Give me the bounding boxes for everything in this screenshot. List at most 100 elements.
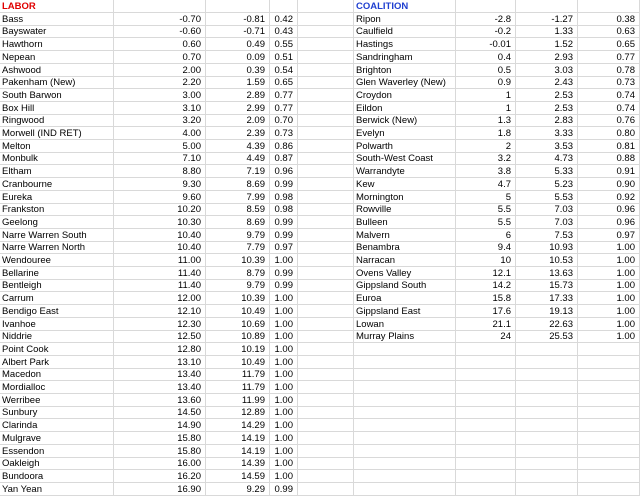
coalition-probability-value[interactable]: 1.00 (578, 266, 640, 280)
coalition-margin-value[interactable]: 1.8 (456, 127, 516, 140)
coalition-adjusted-value[interactable]: 7.03 (516, 215, 578, 229)
coalition-probability-value[interactable]: 0.96 (578, 203, 640, 217)
empty-cell[interactable] (298, 368, 354, 382)
coalition-adjusted-value[interactable]: 2.53 (516, 88, 578, 102)
empty-cell[interactable] (298, 127, 354, 140)
coalition-margin-value[interactable]: 15.8 (456, 292, 516, 306)
coalition-margin-value[interactable]: 12.1 (456, 266, 516, 280)
labor-margin-value[interactable]: 3.20 (114, 114, 206, 128)
coalition-adjusted-value[interactable]: 5.33 (516, 165, 578, 179)
coalition-probability-value[interactable]: 0.77 (578, 50, 640, 64)
coalition-margin-value[interactable]: 5 (456, 190, 516, 204)
coalition-seat-name[interactable]: Ovens Valley (354, 266, 456, 280)
labor-margin-value[interactable]: 12.10 (114, 304, 206, 318)
coalition-probability-value[interactable]: 0.81 (578, 139, 640, 153)
labor-header[interactable]: LABOR (0, 0, 114, 13)
empty-cell[interactable] (354, 368, 456, 382)
labor-adjusted-value[interactable]: 9.79 (206, 279, 270, 293)
labor-probability-value[interactable]: 1.00 (270, 304, 298, 318)
labor-adjusted-value[interactable]: 4.49 (206, 152, 270, 166)
labor-seat-name[interactable]: Oakleigh (0, 457, 114, 471)
coalition-margin-value[interactable]: -2.8 (456, 12, 516, 26)
coalition-probability-value[interactable]: 0.97 (578, 228, 640, 242)
empty-cell[interactable] (298, 330, 354, 344)
empty-cell[interactable] (354, 393, 456, 407)
labor-adjusted-value[interactable]: 7.79 (206, 241, 270, 255)
empty-cell[interactable] (516, 381, 578, 394)
labor-seat-name[interactable]: Point Cook (0, 342, 114, 356)
labor-adjusted-value[interactable]: 10.39 (206, 254, 270, 267)
labor-seat-name[interactable]: Nepean (0, 50, 114, 64)
empty-cell[interactable] (456, 457, 516, 471)
empty-cell[interactable] (516, 342, 578, 356)
coalition-probability-value[interactable]: 1.00 (578, 241, 640, 255)
labor-probability-value[interactable]: 1.00 (270, 419, 298, 433)
labor-margin-value[interactable]: 13.40 (114, 368, 206, 382)
empty-cell[interactable] (516, 431, 578, 445)
empty-cell[interactable] (298, 203, 354, 217)
coalition-seat-name[interactable]: Narracan (354, 254, 456, 267)
labor-margin-value[interactable]: 10.40 (114, 241, 206, 255)
labor-margin-value[interactable]: 9.60 (114, 190, 206, 204)
empty-cell[interactable] (578, 457, 640, 471)
labor-adjusted-value[interactable]: 2.09 (206, 114, 270, 128)
coalition-margin-value[interactable]: 6 (456, 228, 516, 242)
labor-probability-value[interactable]: 1.00 (270, 444, 298, 458)
labor-probability-value[interactable]: 1.00 (270, 431, 298, 445)
labor-margin-value[interactable]: 12.80 (114, 342, 206, 356)
empty-cell[interactable] (354, 419, 456, 433)
coalition-probability-value[interactable]: 0.88 (578, 152, 640, 166)
coalition-margin-value[interactable]: 0.4 (456, 50, 516, 64)
labor-seat-name[interactable]: Hawthorn (0, 38, 114, 52)
labor-adjusted-value[interactable]: 8.69 (206, 177, 270, 191)
labor-probability-value[interactable]: 0.42 (270, 12, 298, 26)
coalition-margin-value[interactable]: 2 (456, 139, 516, 153)
coalition-probability-value[interactable]: 0.73 (578, 76, 640, 90)
coalition-margin-value[interactable]: 9.4 (456, 241, 516, 255)
empty-cell[interactable] (298, 177, 354, 191)
labor-adjusted-value[interactable]: -0.71 (206, 25, 270, 39)
coalition-adjusted-value[interactable]: 5.23 (516, 177, 578, 191)
empty-cell[interactable] (516, 393, 578, 407)
coalition-seat-name[interactable]: Rowville (354, 203, 456, 217)
labor-margin-value[interactable]: 2.00 (114, 63, 206, 77)
coalition-adjusted-value[interactable]: 3.03 (516, 63, 578, 77)
empty-cell[interactable] (578, 368, 640, 382)
labor-margin-value[interactable]: 10.30 (114, 215, 206, 229)
labor-margin-value[interactable]: 0.70 (114, 50, 206, 64)
labor-adjusted-value[interactable]: 4.39 (206, 139, 270, 153)
empty-cell[interactable] (578, 406, 640, 420)
coalition-adjusted-value[interactable]: 3.33 (516, 127, 578, 140)
labor-margin-value[interactable]: 16.00 (114, 457, 206, 471)
empty-cell[interactable] (298, 165, 354, 179)
coalition-seat-name[interactable]: Warrandyte (354, 165, 456, 179)
coalition-margin-value[interactable]: 1 (456, 88, 516, 102)
labor-adjusted-value[interactable]: 11.99 (206, 393, 270, 407)
labor-seat-name[interactable]: Box Hill (0, 101, 114, 115)
labor-adjusted-value[interactable]: -0.81 (206, 12, 270, 26)
coalition-seat-name[interactable]: Croydon (354, 88, 456, 102)
labor-adjusted-value[interactable]: 9.79 (206, 228, 270, 242)
labor-margin-value[interactable]: 9.30 (114, 177, 206, 191)
empty-cell[interactable] (298, 444, 354, 458)
labor-probability-value[interactable]: 0.98 (270, 190, 298, 204)
labor-probability-value[interactable]: 1.00 (270, 457, 298, 471)
coalition-adjusted-value[interactable]: 2.43 (516, 76, 578, 90)
coalition-seat-name[interactable]: Euroa (354, 292, 456, 306)
labor-seat-name[interactable]: South Barwon (0, 88, 114, 102)
labor-seat-name[interactable]: Bentleigh (0, 279, 114, 293)
coalition-seat-name[interactable]: Sandringham (354, 50, 456, 64)
coalition-adjusted-value[interactable]: 5.53 (516, 190, 578, 204)
empty-cell[interactable] (298, 76, 354, 90)
labor-probability-value[interactable]: 0.51 (270, 50, 298, 64)
labor-adjusted-value[interactable]: 8.79 (206, 266, 270, 280)
empty-cell[interactable] (354, 444, 456, 458)
labor-adjusted-value[interactable]: 8.59 (206, 203, 270, 217)
labor-probability-value[interactable]: 0.99 (270, 228, 298, 242)
coalition-seat-name[interactable]: Malvern (354, 228, 456, 242)
labor-adjusted-value[interactable]: 14.39 (206, 457, 270, 471)
labor-margin-value[interactable]: 15.80 (114, 431, 206, 445)
coalition-probability-value[interactable]: 0.74 (578, 88, 640, 102)
coalition-margin-value[interactable]: 10 (456, 254, 516, 267)
coalition-seat-name[interactable]: Gippsland East (354, 304, 456, 318)
